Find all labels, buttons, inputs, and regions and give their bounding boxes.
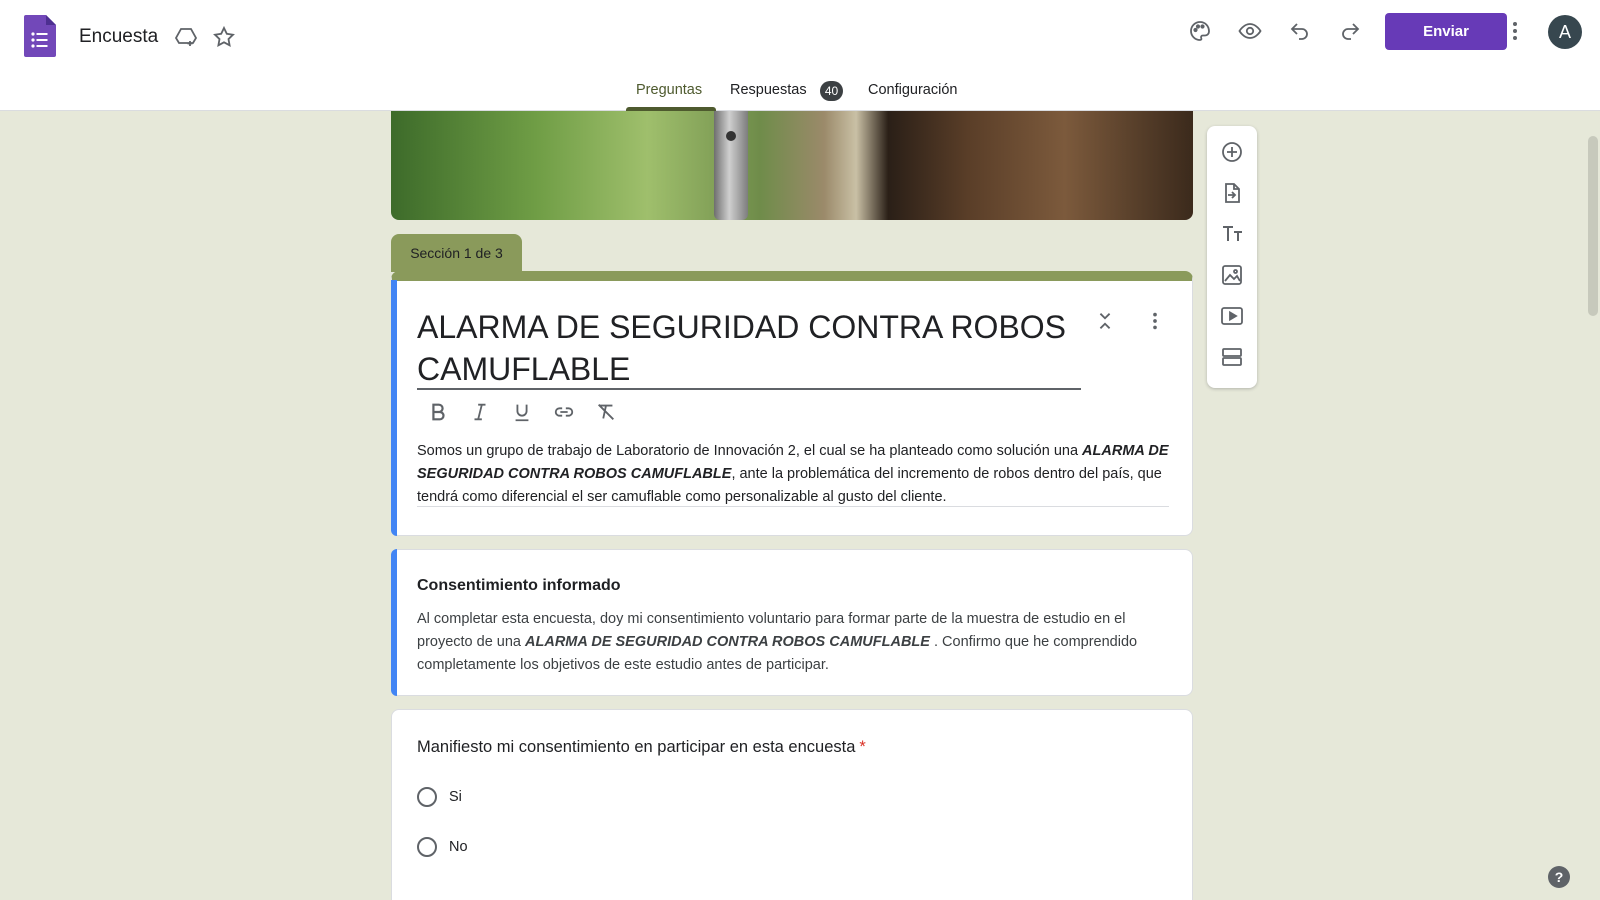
collapse-section-icon[interactable] (1092, 308, 1118, 334)
option-label: Si (449, 789, 462, 805)
preview-eye-icon[interactable] (1235, 16, 1265, 46)
floating-toolbar (1207, 126, 1257, 388)
tab-bar: Preguntas Respuestas 40 Configuración (0, 72, 1600, 111)
consent-text: Al completar esta encuesta, doy mi conse… (417, 608, 1172, 677)
description-text: Somos un grupo de trabajo de Laboratorio… (417, 443, 1083, 459)
star-icon[interactable] (209, 22, 239, 52)
underline-icon[interactable] (501, 397, 543, 427)
account-avatar[interactable]: A (1548, 15, 1582, 49)
italic-icon[interactable] (459, 397, 501, 427)
send-button[interactable]: Enviar (1385, 13, 1507, 50)
title-underline (417, 388, 1081, 390)
key-hole (726, 131, 736, 141)
form-title-card[interactable]: ALARMA DE SEGURIDAD CONTRA ROBOS CAMUFLA… (391, 271, 1193, 536)
card-accent-bar (391, 549, 397, 696)
key-graphic (714, 111, 748, 220)
required-asterisk: * (859, 738, 866, 756)
import-questions-icon[interactable] (1217, 178, 1247, 208)
formatting-toolbar (417, 397, 627, 427)
focus-accent-bar (391, 280, 397, 536)
question-title: Manifiesto mi consentimiento en particip… (417, 738, 866, 757)
forms-logo-icon[interactable] (24, 15, 56, 57)
radio-button[interactable] (417, 787, 437, 807)
clear-formatting-icon[interactable] (585, 397, 627, 427)
form-description[interactable]: Somos un grupo de trabajo de Laboratorio… (417, 440, 1169, 509)
help-icon[interactable]: ? (1548, 866, 1570, 888)
bold-icon[interactable] (417, 397, 459, 427)
more-options-icon[interactable] (1500, 16, 1530, 46)
link-icon[interactable] (543, 397, 585, 427)
add-image-icon[interactable] (1217, 260, 1247, 290)
radio-button[interactable] (417, 837, 437, 857)
radio-option-si[interactable]: Si (417, 787, 462, 807)
tab-settings[interactable]: Configuración (868, 82, 957, 98)
section-more-icon[interactable] (1142, 308, 1168, 334)
active-tab-indicator (626, 107, 716, 111)
tab-questions[interactable]: Preguntas (636, 82, 702, 98)
consent-title: Consentimiento informado (417, 577, 621, 594)
redo-icon[interactable] (1335, 16, 1365, 46)
responses-count-badge: 40 (820, 81, 843, 101)
add-title-icon[interactable] (1217, 219, 1247, 249)
description-underline (417, 506, 1169, 507)
document-title[interactable]: Encuesta (79, 24, 158, 50)
section-label: Sección 1 de 3 (391, 234, 522, 272)
question-card[interactable]: Manifiesto mi consentimiento en particip… (391, 709, 1193, 900)
tab-responses[interactable]: Respuestas (730, 82, 807, 98)
header-image (391, 111, 1193, 220)
palette-icon[interactable] (1185, 16, 1215, 46)
page-scrollbar[interactable] (1588, 136, 1598, 316)
add-video-icon[interactable] (1217, 301, 1247, 331)
top-app-bar: Encuesta Enviar A Preguntas Respuestas 4… (0, 0, 1600, 111)
consent-bold-text: ALARMA DE SEGURIDAD CONTRA ROBOS CAMUFLA… (525, 634, 930, 650)
add-question-icon[interactable] (1217, 137, 1247, 167)
add-section-icon[interactable] (1217, 342, 1247, 372)
undo-icon[interactable] (1285, 16, 1315, 46)
consent-text-card[interactable]: Consentimiento informado Al completar es… (391, 549, 1193, 696)
move-to-drive-icon[interactable] (171, 22, 201, 52)
option-label: No (449, 839, 468, 855)
question-text: Manifiesto mi consentimiento en particip… (417, 738, 856, 756)
form-title[interactable]: ALARMA DE SEGURIDAD CONTRA ROBOS CAMUFLA… (417, 306, 1077, 390)
radio-option-no[interactable]: No (417, 837, 468, 857)
